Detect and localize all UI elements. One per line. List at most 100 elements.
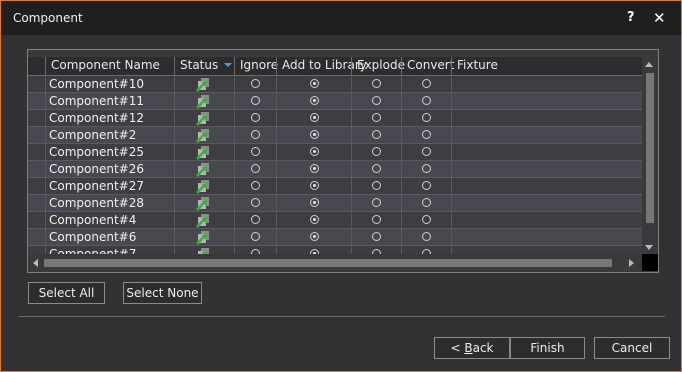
add-to-library-radio[interactable] [310,215,319,224]
ignore-radio[interactable] [251,147,260,156]
explode-radio[interactable] [372,215,381,224]
explode-radio[interactable] [372,147,381,156]
cancel-button[interactable]: Cancel [594,337,670,359]
add-to-library-radio[interactable] [310,96,319,105]
explode-radio[interactable] [372,130,381,139]
help-button[interactable]: ? [627,10,641,26]
table-row[interactable]: Component#28 [28,195,642,212]
row-header[interactable] [28,229,45,245]
ignore-radio[interactable] [251,198,260,207]
component-name-cell: Component#25 [45,144,174,160]
column-header-ignore[interactable]: Ignore [234,57,278,75]
fixture-cell[interactable] [451,76,642,92]
ignore-radio[interactable] [251,164,260,173]
column-header-fixture[interactable]: Fixture [451,57,642,75]
convert-radio[interactable] [422,181,431,190]
ignore-radio[interactable] [251,79,260,88]
convert-radio[interactable] [422,215,431,224]
explode-radio[interactable] [372,232,381,241]
convert-radio[interactable] [422,232,431,241]
back-button[interactable]: < Back [434,337,510,359]
fixture-cell[interactable] [451,110,642,126]
select-none-button[interactable]: Select None [123,282,202,304]
table-row[interactable]: Component#2 [28,127,642,144]
status-cell [174,93,234,109]
row-header[interactable] [28,195,45,211]
add-to-library-radio[interactable] [310,130,319,139]
row-header[interactable] [28,76,45,92]
horizontal-scrollbar[interactable] [28,254,642,271]
add-to-library-radio[interactable] [310,164,319,173]
fixture-cell[interactable] [451,229,642,245]
table-row[interactable]: Component#27 [28,178,642,195]
row-header[interactable] [28,212,45,228]
ignore-radio[interactable] [251,96,260,105]
component-name-cell: Component#12 [45,110,174,126]
scroll-left-icon[interactable] [33,259,38,267]
table-row[interactable]: Component#11 [28,93,642,110]
row-header[interactable] [28,127,45,143]
horizontal-scroll-thumb[interactable] [44,259,612,267]
fixture-cell[interactable] [451,178,642,194]
row-header[interactable] [28,161,45,177]
convert-radio[interactable] [422,198,431,207]
row-header[interactable] [28,178,45,194]
table-row[interactable]: Component#12 [28,110,642,127]
explode-radio[interactable] [372,164,381,173]
vertical-scroll-thumb[interactable] [646,73,654,223]
explode-radio[interactable] [372,96,381,105]
status-cell [174,76,234,92]
explode-radio[interactable] [372,181,381,190]
explode-radio[interactable] [372,79,381,88]
fixture-cell[interactable] [451,195,642,211]
row-header[interactable] [28,93,45,109]
explode-cell [351,212,401,228]
table-row[interactable]: Component#10 [28,76,642,93]
convert-radio[interactable] [422,96,431,105]
add-to-library-radio[interactable] [310,232,319,241]
row-header[interactable] [28,144,45,160]
ignore-radio[interactable] [251,215,260,224]
scroll-right-icon[interactable] [629,259,634,267]
fixture-cell[interactable] [451,93,642,109]
table-row[interactable]: Component#25 [28,144,642,161]
explode-radio[interactable] [372,113,381,122]
status-arrow-icon [196,180,209,194]
fixture-cell[interactable] [451,212,642,228]
ignore-radio[interactable] [251,232,260,241]
fixture-cell[interactable] [451,161,642,177]
fixture-cell[interactable] [451,144,642,160]
column-header-convert[interactable]: Convert [401,57,454,75]
column-header-add-to-library[interactable]: Add to Library [276,57,367,75]
convert-radio[interactable] [422,113,431,122]
ignore-radio[interactable] [251,130,260,139]
ignore-radio[interactable] [251,181,260,190]
add-to-library-radio[interactable] [310,147,319,156]
close-button[interactable]: ✕ [653,9,669,27]
row-header[interactable] [28,110,45,126]
convert-radio[interactable] [422,164,431,173]
table-row[interactable]: Component#26 [28,161,642,178]
select-all-button[interactable]: Select All [28,282,105,304]
table-row[interactable]: Component#4 [28,212,642,229]
add-to-library-radio[interactable] [310,181,319,190]
explode-cell [351,76,401,92]
add-to-library-radio[interactable] [310,79,319,88]
explode-radio[interactable] [372,198,381,207]
sort-arrow-icon[interactable] [224,63,232,67]
column-header-component-name[interactable]: Component Name [45,57,174,75]
add-to-library-radio[interactable] [310,113,319,122]
vertical-scrollbar[interactable] [642,57,657,254]
scroll-down-icon[interactable] [645,245,653,250]
convert-radio[interactable] [422,147,431,156]
scroll-up-icon[interactable] [645,62,653,67]
ignore-radio[interactable] [251,113,260,122]
fixture-cell[interactable] [451,127,642,143]
convert-radio[interactable] [422,79,431,88]
finish-button[interactable]: Finish [510,337,585,359]
column-header-explode[interactable]: Explode [351,57,405,75]
table-row[interactable]: Component#6 [28,229,642,246]
ignore-cell [234,93,276,109]
convert-radio[interactable] [422,130,431,139]
add-to-library-radio[interactable] [310,198,319,207]
